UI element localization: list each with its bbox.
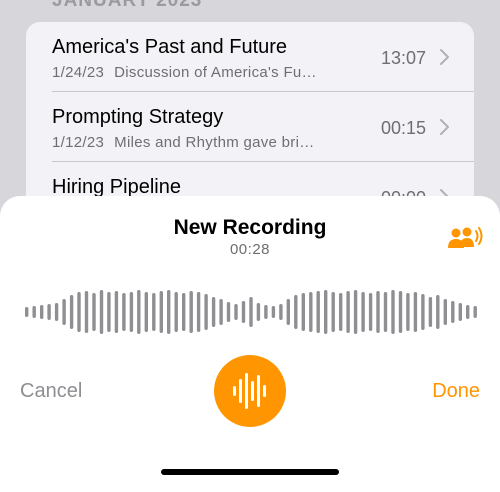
record-button[interactable] xyxy=(214,355,286,427)
waveform-bar xyxy=(443,299,447,325)
waveform-bar xyxy=(144,292,148,332)
chevron-right-icon xyxy=(440,119,449,135)
waveform-bar xyxy=(122,293,126,331)
home-indicator xyxy=(161,469,339,475)
waveform-bar xyxy=(346,291,350,333)
done-button[interactable]: Done xyxy=(432,380,480,403)
waveform-bar xyxy=(264,305,268,319)
waveform-bar xyxy=(428,297,433,327)
recording-duration: 00:15 xyxy=(380,118,426,138)
waveform-bar xyxy=(421,294,425,330)
people-waves-icon[interactable] xyxy=(446,226,484,250)
waveform-bar xyxy=(47,304,51,320)
waveform-bar xyxy=(436,295,440,329)
waveform-bar xyxy=(234,304,238,320)
waveform-bar xyxy=(77,292,81,332)
waveform-bar xyxy=(256,303,261,321)
waveform-bar xyxy=(331,292,335,332)
waveform-bar xyxy=(406,293,410,331)
recording-waveform xyxy=(25,290,477,334)
waveform-bar xyxy=(301,293,305,331)
recording-snippet: Discussion of America's Fu… xyxy=(114,64,317,81)
recording-title: Prompting Strategy xyxy=(52,106,224,128)
waveform-bar xyxy=(458,303,462,321)
waveform-icon xyxy=(233,373,266,409)
waveform-bar xyxy=(54,303,59,321)
waveform-bar xyxy=(368,293,373,331)
waveform-bar xyxy=(137,290,141,334)
waveform-bar xyxy=(114,291,119,333)
section-header: JANUARY 2023 xyxy=(52,0,203,11)
waveform-bar xyxy=(353,290,358,334)
recording-sheet: New Recording 00:28 Cancel Done xyxy=(0,196,500,492)
waveform-bar xyxy=(62,299,66,325)
waveform-bar xyxy=(167,290,171,334)
waveform-bar xyxy=(241,301,246,323)
waveform-bar xyxy=(189,291,193,333)
recording-title: America's Past and Future xyxy=(52,36,288,58)
waveform-bar xyxy=(219,299,223,325)
waveform-bar xyxy=(271,306,276,318)
waveform-bar xyxy=(204,294,208,330)
chevron-right-icon xyxy=(440,49,449,65)
cancel-button[interactable]: Cancel xyxy=(20,380,82,403)
waveform-bar xyxy=(129,292,134,332)
waveform-bar xyxy=(324,290,328,334)
recording-date: 1/24/23 xyxy=(52,64,105,81)
recording-row[interactable]: America's Past and Future 1/24/23 Discuss… xyxy=(26,22,474,92)
waveform-bar xyxy=(473,306,477,318)
waveform-bar xyxy=(466,305,470,319)
waveform-bar xyxy=(316,291,320,333)
recording-subtitle: 1/24/23 Discussion of America's Fu… xyxy=(52,64,317,81)
waveform-bar xyxy=(40,305,44,319)
waveform-bar xyxy=(92,293,96,331)
waveform-bar xyxy=(182,293,186,331)
waveform-bar xyxy=(69,295,74,329)
waveform-bar xyxy=(211,297,216,327)
waveform-bar xyxy=(279,304,283,320)
waveform-bar xyxy=(383,292,388,332)
waveform-bar xyxy=(249,297,253,327)
waveform-bar xyxy=(339,293,343,331)
recording-date: 1/12/23 xyxy=(52,134,105,151)
waveform-bar xyxy=(286,299,290,325)
waveform-bar xyxy=(174,292,178,332)
waveform-bar xyxy=(99,290,104,334)
waveform-bar xyxy=(25,307,29,317)
sheet-title: New Recording xyxy=(173,216,327,239)
waveform-bar xyxy=(107,292,111,332)
waveform-bar xyxy=(32,306,36,318)
recording-row[interactable]: Prompting Strategy 1/12/23 Miles and Rhyt… xyxy=(26,92,474,162)
recording-subtitle: 1/12/23 Miles and Rhythm gave bri… xyxy=(52,134,315,151)
waveform-bar xyxy=(391,290,395,334)
waveform-bar xyxy=(84,291,89,333)
waveform-bar xyxy=(152,293,156,331)
waveform-bar xyxy=(413,292,418,332)
waveform-bar xyxy=(159,291,163,333)
waveform-bar xyxy=(196,292,201,332)
recording-snippet: Miles and Rhythm gave bri… xyxy=(114,134,315,151)
waveform-bar xyxy=(309,292,313,332)
recording-duration: 13:07 xyxy=(380,48,426,68)
waveform-bar xyxy=(451,301,455,323)
waveform-bar xyxy=(226,302,231,322)
waveform-bar xyxy=(398,291,403,333)
waveform-bar xyxy=(294,295,298,329)
waveform-bar xyxy=(361,292,365,332)
elapsed-time: 00:28 xyxy=(229,241,271,258)
waveform-bar xyxy=(376,291,380,333)
